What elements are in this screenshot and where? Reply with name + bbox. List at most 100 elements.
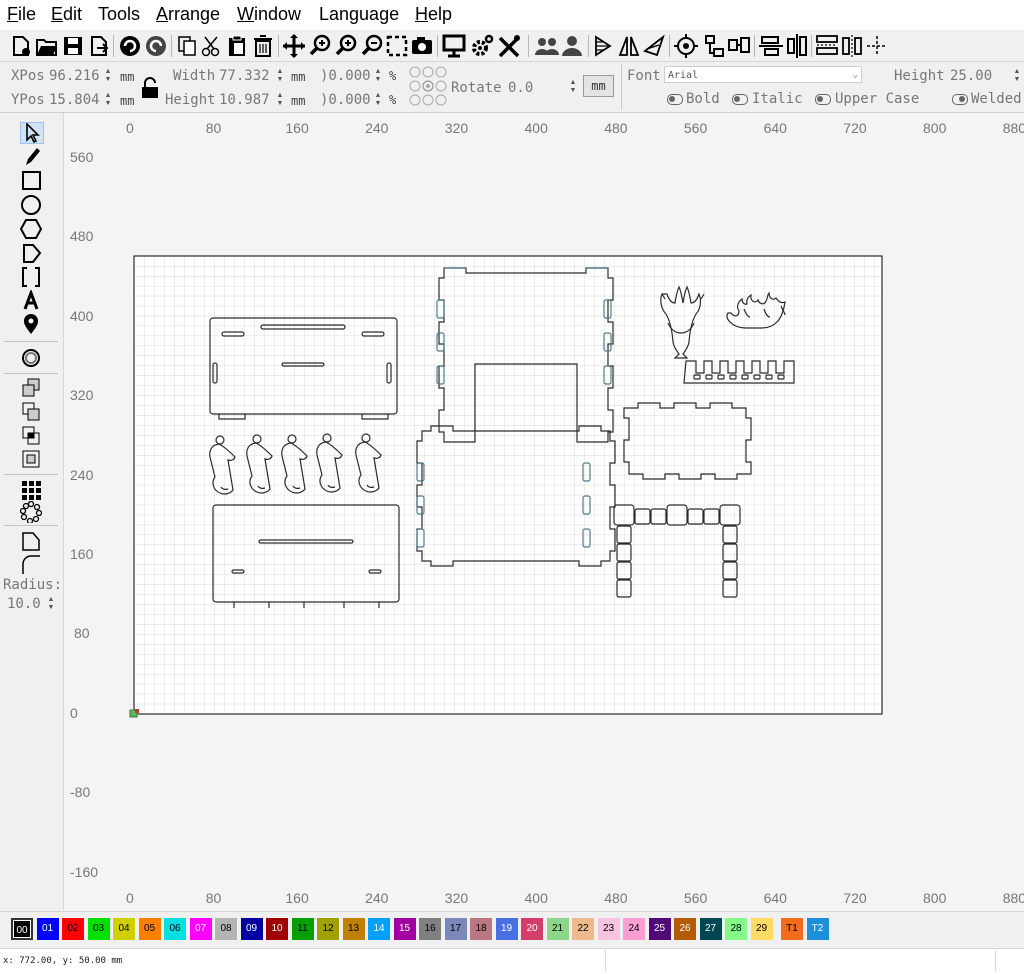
- width-spinner[interactable]: ▲ ▼: [276, 68, 284, 84]
- color-layer-12[interactable]: 12: [317, 918, 339, 940]
- color-layer-28[interactable]: 28: [725, 918, 747, 940]
- cut-icon[interactable]: [200, 31, 222, 61]
- move-icon[interactable]: [283, 31, 305, 61]
- export-file-icon[interactable]: [88, 31, 110, 61]
- color-layer-02[interactable]: 02: [62, 918, 84, 940]
- circular-array-icon[interactable]: [19, 500, 44, 525]
- color-layer-14[interactable]: 14: [368, 918, 390, 940]
- zoom-out-icon[interactable]: [360, 31, 384, 61]
- undo-icon[interactable]: [118, 31, 142, 61]
- menu-tools[interactable]: Tools: [98, 4, 140, 25]
- work-area[interactable]: [64, 113, 1024, 910]
- upper-case-toggle[interactable]: [815, 94, 831, 105]
- menu-help[interactable]: Help: [415, 4, 452, 25]
- color-layer-08[interactable]: 08: [215, 918, 237, 940]
- crosshair-icon[interactable]: [866, 31, 888, 61]
- color-layer-18[interactable]: 18: [470, 918, 492, 940]
- corner-round-icon[interactable]: [20, 554, 44, 576]
- polygon-tool-icon[interactable]: [19, 218, 44, 240]
- color-layer-21[interactable]: 21: [546, 918, 569, 940]
- height-spinner[interactable]: ▲ ▼: [276, 92, 284, 108]
- select-tool-icon[interactable]: [20, 122, 44, 144]
- boolean-subtract-icon[interactable]: [20, 401, 44, 423]
- zoom-window-icon[interactable]: [386, 31, 408, 61]
- ypos-input[interactable]: 15.804: [49, 92, 100, 108]
- font-select[interactable]: Arial ⌄: [664, 66, 862, 83]
- boolean-intersect-icon[interactable]: [20, 425, 44, 447]
- scale-height-input[interactable]: )0.000: [320, 92, 371, 108]
- boolean-union-icon[interactable]: [20, 377, 44, 399]
- color-layer-25[interactable]: 25: [648, 918, 671, 940]
- color-layer-00[interactable]: 00: [11, 918, 33, 940]
- color-layer-T2[interactable]: T2: [806, 918, 829, 940]
- color-layer-24[interactable]: 24: [623, 918, 645, 940]
- xpos-spinner[interactable]: ▲ ▼: [104, 68, 112, 84]
- color-layer-01[interactable]: 01: [36, 918, 59, 940]
- align-center-vertical-icon[interactable]: [759, 31, 783, 61]
- italic-toggle[interactable]: [732, 94, 748, 105]
- camera-icon[interactable]: [410, 31, 434, 61]
- mirror-horizontal-icon[interactable]: [593, 31, 615, 61]
- zoom-fit-icon[interactable]: [334, 31, 358, 61]
- color-layer-03[interactable]: 03: [87, 918, 110, 940]
- paste-icon[interactable]: [226, 31, 248, 61]
- lock-ratio-icon[interactable]: [141, 77, 159, 104]
- settings-gear-icon[interactable]: [470, 31, 494, 61]
- bold-toggle[interactable]: [667, 94, 683, 105]
- rotate-spinner[interactable]: ▲ ▼: [569, 79, 577, 95]
- color-layer-06[interactable]: 06: [164, 918, 186, 940]
- text-tool-icon[interactable]: [20, 288, 44, 312]
- new-file-icon[interactable]: [10, 31, 32, 61]
- color-layer-05[interactable]: 05: [138, 918, 161, 940]
- rectangle-tool-icon[interactable]: [20, 170, 44, 192]
- menu-file[interactable]: File: [7, 4, 36, 25]
- color-layer-09[interactable]: 09: [240, 918, 263, 940]
- align-center-horizontal-icon[interactable]: [785, 31, 809, 61]
- array-columns-icon[interactable]: [841, 31, 863, 61]
- scale-width-input[interactable]: )0.000: [320, 68, 371, 84]
- offset-ring-icon[interactable]: [20, 347, 44, 369]
- target-center-icon[interactable]: [674, 31, 698, 61]
- boolean-xor-icon[interactable]: [20, 448, 44, 470]
- color-layer-10[interactable]: 10: [266, 918, 288, 940]
- mirror-vertical-icon[interactable]: [618, 31, 640, 61]
- corner-chamfer-icon[interactable]: [20, 530, 44, 552]
- pentagon-tool-icon[interactable]: [20, 242, 44, 264]
- menu-arrange[interactable]: Arrange: [156, 4, 220, 25]
- radius-input[interactable]: 10.0: [7, 596, 41, 612]
- color-layer-26[interactable]: 26: [674, 918, 696, 940]
- save-icon[interactable]: [62, 31, 84, 61]
- color-layer-17[interactable]: 17: [444, 918, 467, 940]
- color-layer-22[interactable]: 22: [572, 918, 594, 940]
- color-layer-19[interactable]: 19: [495, 918, 518, 940]
- height-input[interactable]: 10.987: [219, 92, 270, 108]
- monitor-icon[interactable]: [442, 31, 466, 61]
- rotate-input[interactable]: 0.0: [508, 80, 533, 96]
- user-icon[interactable]: [561, 31, 583, 61]
- distribute-icon[interactable]: [727, 31, 751, 61]
- color-layer-23[interactable]: 23: [597, 918, 620, 940]
- color-layer-04[interactable]: 04: [113, 918, 135, 940]
- delete-icon[interactable]: [252, 31, 274, 61]
- menu-window[interactable]: Window: [237, 4, 301, 25]
- menu-language[interactable]: Language: [319, 4, 399, 25]
- width-input[interactable]: 77.332: [219, 68, 270, 84]
- color-layer-07[interactable]: 07: [189, 918, 212, 940]
- open-folder-icon[interactable]: [35, 31, 59, 61]
- users-group-icon[interactable]: [535, 31, 559, 61]
- align-tree-icon[interactable]: [702, 31, 726, 61]
- color-layer-13[interactable]: 13: [342, 918, 365, 940]
- scale-height-spinner[interactable]: ▲ ▼: [374, 92, 382, 108]
- radius-spinner[interactable]: ▲ ▼: [47, 596, 55, 612]
- position-marker-icon[interactable]: [20, 313, 44, 335]
- offset-bracket-tool-icon[interactable]: [20, 266, 44, 288]
- redo-icon[interactable]: [144, 31, 168, 61]
- circle-tool-icon[interactable]: [20, 194, 44, 216]
- color-layer-29[interactable]: 29: [750, 918, 773, 940]
- color-layer-15[interactable]: 15: [393, 918, 416, 940]
- grid-array-icon[interactable]: [20, 479, 44, 501]
- menu-edit[interactable]: Edit: [51, 4, 82, 25]
- scale-width-spinner[interactable]: ▲ ▼: [374, 68, 382, 84]
- array-rows-icon[interactable]: [815, 31, 839, 61]
- color-layer-27[interactable]: 27: [699, 918, 722, 940]
